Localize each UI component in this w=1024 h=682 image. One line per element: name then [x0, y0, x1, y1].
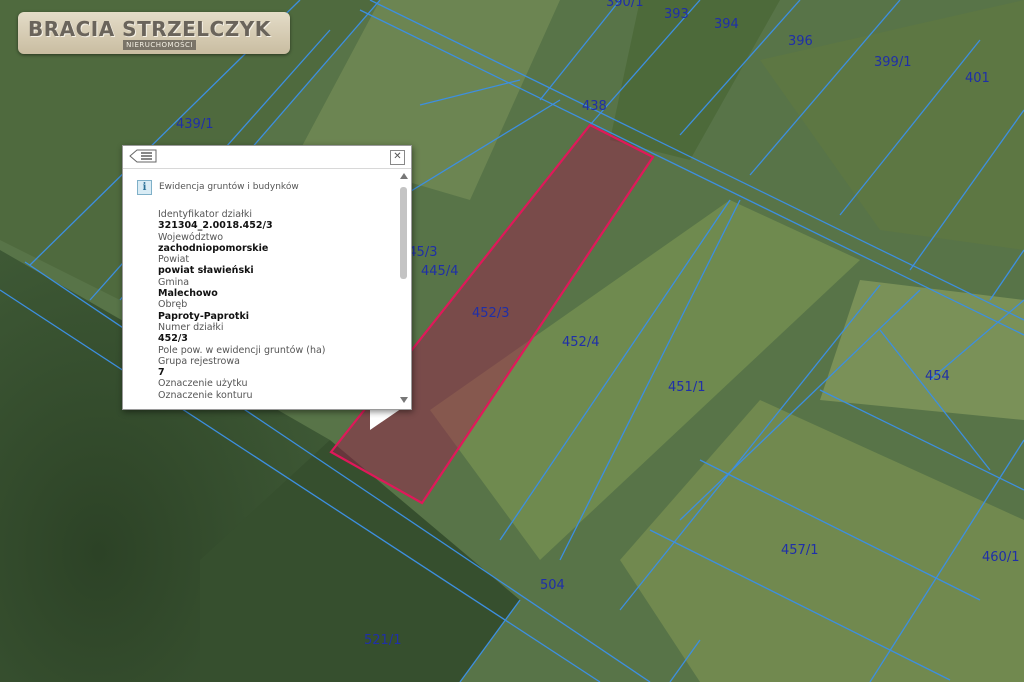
field-label: Gmina	[158, 276, 190, 288]
field-value: 7	[158, 367, 165, 379]
popup-scrollbar[interactable]	[398, 171, 409, 407]
parcel-label: 452/4	[562, 335, 599, 350]
logo-subtitle: NIERUCHOMOŚCI	[123, 40, 196, 50]
close-icon[interactable]: ✕	[390, 150, 405, 165]
parcel-label: 399/1	[874, 55, 911, 70]
field-label: Numer działki	[158, 321, 224, 333]
list-back-icon[interactable]	[129, 149, 157, 163]
field-label: Obręb	[158, 299, 188, 311]
parcel-info-popup: ✕ i Ewidencja gruntów i budynków Identyf…	[122, 145, 412, 410]
field-label: Powiat	[158, 254, 190, 266]
parcel-label: 445/4	[421, 264, 458, 279]
field-value: Paproty-Paprotki	[158, 310, 250, 322]
parcel-label: 438	[582, 99, 607, 114]
field-value: powiat sławieński	[158, 265, 254, 277]
parcel-label: 439/1	[176, 117, 213, 132]
field-value: zachodniopomorskie	[158, 242, 269, 254]
scroll-up-arrow-icon[interactable]	[400, 173, 408, 179]
parcel-label: 390/1	[606, 0, 643, 10]
field-label: Grupa rejestrowa	[158, 355, 240, 367]
field-label: Identyfikator działki	[158, 209, 252, 220]
parcel-label: 521/1	[364, 633, 401, 648]
field-label: Oznaczenie użytku	[158, 378, 248, 390]
field-label: Pole pow. w ewidencji gruntów (ha)	[158, 344, 326, 356]
parcel-label: 394	[714, 17, 739, 32]
field-value: 452/3	[158, 333, 188, 345]
field-label: Województwo	[158, 231, 224, 243]
parcel-label: 452/3	[472, 306, 509, 321]
parcel-label: 460/1	[982, 550, 1019, 565]
field-value: 321304_2.0018.452/3	[158, 220, 273, 232]
parcel-label: 457/1	[781, 543, 818, 558]
parcel-label: 396	[788, 34, 813, 49]
info-icon: i	[137, 180, 152, 195]
company-logo: BRACIA STRZELCZYK NIERUCHOMOŚCI	[18, 12, 290, 54]
scroll-thumb[interactable]	[400, 187, 407, 279]
parcel-label: 451/1	[668, 380, 705, 395]
parcel-label: 454	[925, 369, 950, 384]
scroll-down-arrow-icon[interactable]	[400, 397, 408, 403]
field-label: Oznaczenie konturu	[158, 389, 253, 401]
parcel-label: 504	[540, 578, 565, 593]
section-title: Ewidencja gruntów i budynków	[159, 182, 299, 192]
popup-header: ✕	[123, 146, 411, 169]
field-value: Malechowo	[158, 288, 218, 300]
attribute-list: Identyfikator działki 321304_2.0018.452/…	[158, 209, 394, 407]
parcel-label: 393	[664, 7, 689, 22]
parcel-label: 401	[965, 71, 990, 86]
logo-title: BRACIA STRZELCZYK	[28, 17, 271, 41]
